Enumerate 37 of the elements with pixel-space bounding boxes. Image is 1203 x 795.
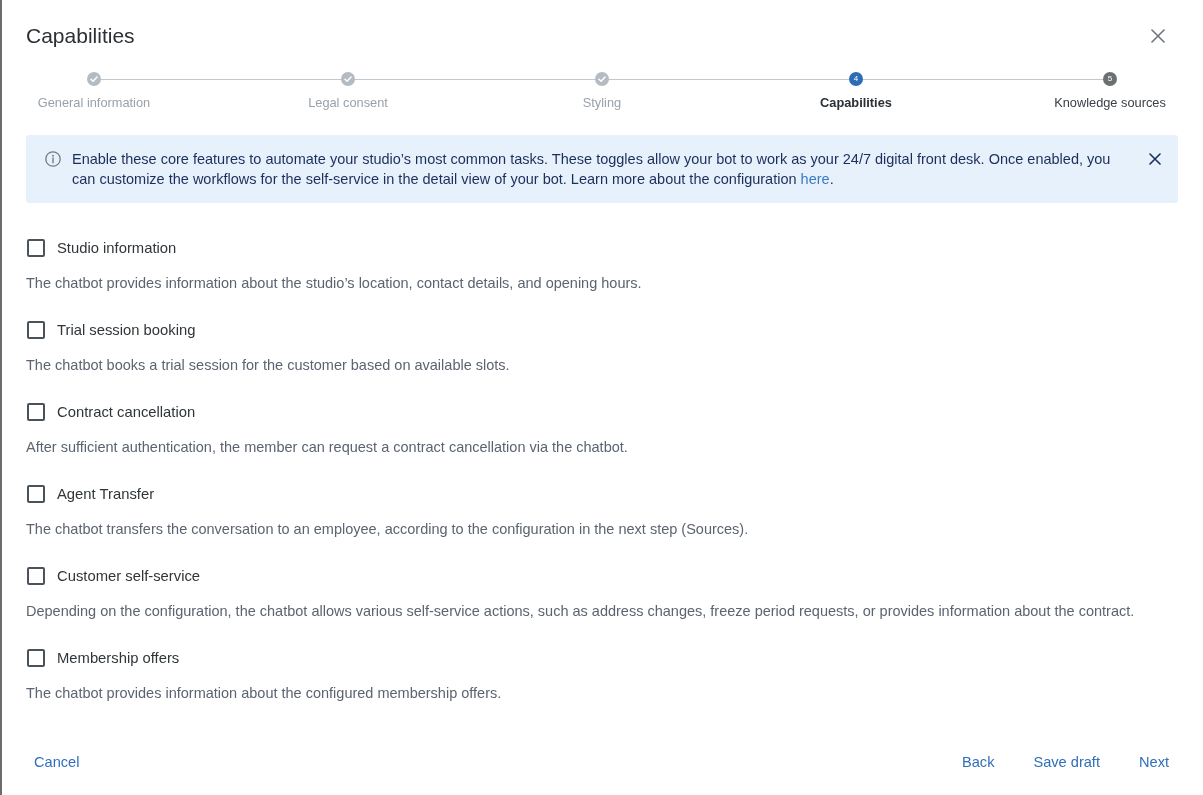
step-label: Legal consent [308,95,388,111]
checkbox-label[interactable]: Membership offers [57,649,180,667]
checkbox[interactable] [27,239,45,257]
checkbox-label[interactable]: Contract cancellation [57,403,196,421]
info-icon [45,151,61,167]
checkbox[interactable] [27,649,45,667]
cancel-button[interactable]: Cancel [26,746,88,778]
capability-description: The chatbot provides information about the configured membership offers. [26,684,503,702]
learn-more-link[interactable]: here [800,171,830,187]
step-label: Knowledge sources [1054,95,1166,111]
capability-description: Depending on the configuration, the chatbot allows various self-service actions, such as address changes, freeze period requests, or provides information about the contract. [26,602,1136,620]
dialog-title: Capabilities [26,24,135,48]
dismiss-button[interactable] [1149,153,1161,165]
checkbox-label[interactable]: Customer self-service [57,567,201,585]
checkbox-label[interactable]: Trial session booking [57,321,196,339]
checkbox[interactable] [27,567,45,585]
checkbox[interactable] [27,485,45,503]
step-number: 4 [849,72,863,86]
checkbox[interactable] [27,321,45,339]
footer-button[interactable]: Save draft [1025,746,1108,778]
step-label: Styling [582,95,622,111]
checkbox[interactable] [27,403,45,421]
close-button[interactable] [1151,29,1165,43]
footer-button[interactable]: Back [954,746,1003,778]
capability-description: After sufficient authentication, the member can request a contract cancellation via the chatbot. [26,438,629,456]
step-label: Capabilities [820,95,892,111]
capability-description: The chatbot transfers the conversation to an employee, according to the configuration in the next step (Sources). [26,520,750,538]
info-text: Enable these core features to automate your studio’s most common tasks. These toggles allow your bot to work as your 24/7 digital front desk. Once enabled, you can customize the workflows for the self-service in the detail view of your bot. Learn more about the configuration here. [72,150,1112,189]
step-label: General information [37,95,151,111]
close-icon [1151,29,1165,43]
close-icon [1149,153,1161,165]
capability-description: The chatbot books a trial session for the customer based on available slots. [26,356,511,374]
step-number: 5 [1103,72,1117,86]
capability-description: The chatbot provides information about the studio’s location, contact details, and opening hours. [26,274,643,292]
checkbox-label[interactable]: Agent Transfer [57,485,155,503]
checkbox-label[interactable]: Studio information [57,239,177,257]
footer-button[interactable]: Next [1131,746,1177,778]
